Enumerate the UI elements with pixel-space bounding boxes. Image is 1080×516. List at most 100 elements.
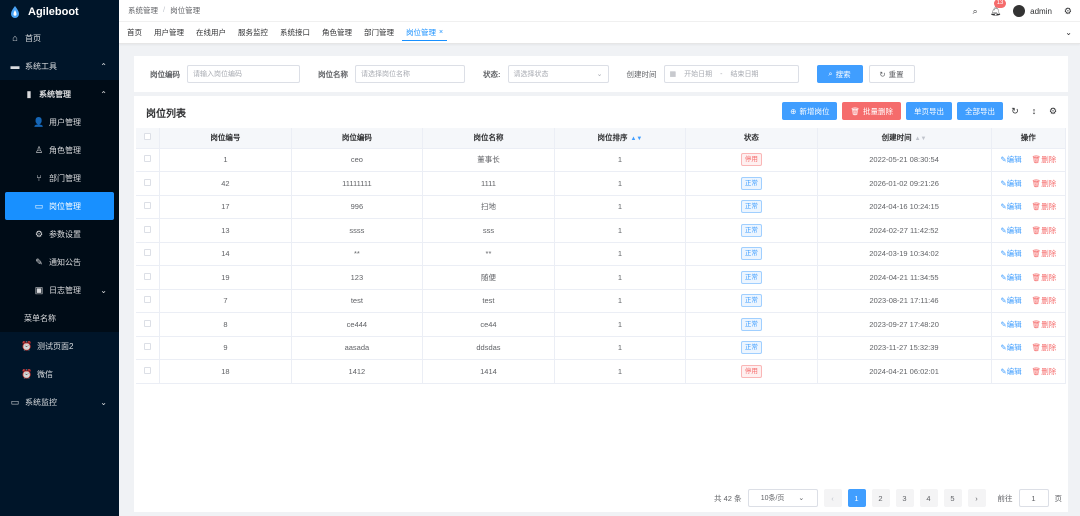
row-select-cell[interactable] (136, 242, 161, 266)
row-checkbox[interactable] (144, 272, 152, 280)
logo[interactable]: Agileboot (0, 0, 119, 24)
row-checkbox[interactable] (144, 202, 152, 210)
edit-button[interactable]: ✎编辑 (1000, 225, 1021, 236)
edit-button[interactable]: ✎编辑 (1000, 342, 1021, 353)
row-select-cell[interactable] (136, 289, 161, 313)
date-range-picker[interactable]: ▦ 开始日期 - 结束日期 (663, 65, 799, 83)
delete-button[interactable]: 🗑︎删除 (1032, 342, 1057, 353)
prev-page-button[interactable]: ‹ (823, 489, 842, 507)
edit-button[interactable]: ✎编辑 (1000, 248, 1021, 259)
chevron-down-icon[interactable]: ⌄ (1065, 28, 1072, 37)
sidebar-item-notice[interactable]: ✎ 通知公告 (0, 248, 119, 276)
refresh-icon[interactable]: ↻ (1008, 102, 1022, 120)
sidebar-item-system-management[interactable]: ▮ 系统管理 ⌃ (0, 80, 119, 108)
select-all-checkbox[interactable] (144, 133, 152, 141)
user-menu[interactable]: admin (1013, 5, 1052, 17)
edit-button[interactable]: ✎编辑 (1000, 154, 1021, 165)
row-checkbox[interactable] (144, 343, 152, 351)
page-2-button[interactable]: 2 (871, 489, 890, 507)
tag-user-management[interactable]: 用户管理 (150, 25, 188, 41)
delete-button[interactable]: 🗑︎删除 (1032, 225, 1057, 236)
post-name-input[interactable]: 请选择岗位名称 (355, 65, 465, 83)
status-select[interactable]: 请选择状态 ⌄ (507, 65, 609, 83)
edit-button[interactable]: ✎编辑 (1000, 272, 1021, 283)
sidebar-item-wechat[interactable]: ⏰ 微信 (0, 360, 119, 388)
row-select-cell[interactable] (136, 148, 161, 172)
settings-gear-icon[interactable]: ⚙ (1064, 6, 1072, 17)
settings-icon[interactable]: ⚙ (1046, 102, 1060, 120)
sidebar-item-user-management[interactable]: 👤 用户管理 (0, 108, 119, 136)
row-select-cell[interactable] (136, 312, 161, 337)
sidebar-item-log-management[interactable]: ▣ 日志管理 ⌄ (0, 276, 119, 304)
delete-button[interactable]: 🗑︎删除 (1032, 154, 1057, 165)
add-post-button[interactable]: ⊕ 新增岗位 (782, 102, 838, 120)
edit-button[interactable]: ✎编辑 (1000, 201, 1021, 212)
tag-online-users[interactable]: 在线用户 (192, 25, 230, 41)
header-post-sort[interactable]: 岗位排序 ▲▼ (554, 128, 687, 149)
page-3-button[interactable]: 3 (895, 489, 914, 507)
row-select-cell[interactable] (136, 195, 161, 219)
row-select-cell[interactable] (136, 218, 161, 243)
batch-delete-button[interactable]: 🗑︎ 批量删除 (842, 102, 901, 120)
tag-role-management[interactable]: 角色管理 (318, 25, 356, 41)
tag-dept-management[interactable]: 部门管理 (360, 25, 398, 41)
post-code-input[interactable]: 请输入岗位编码 (187, 65, 300, 83)
sidebar-item-params[interactable]: ⚙ 参数设置 (0, 220, 119, 248)
header-created[interactable]: 创建时间 ▲▼ (817, 128, 992, 149)
page-size-select[interactable]: 10条/页 ⌄ (747, 489, 818, 507)
sidebar-item-home[interactable]: ⌂ 首页 (0, 24, 119, 52)
row-checkbox[interactable] (144, 366, 152, 374)
close-icon[interactable]: × (439, 29, 443, 36)
row-checkbox[interactable] (144, 296, 152, 304)
export-all-button[interactable]: 全部导出 (957, 102, 1003, 120)
select-all-cell[interactable] (136, 128, 161, 149)
edit-button[interactable]: ✎编辑 (1000, 178, 1021, 189)
delete-button[interactable]: 🗑︎删除 (1032, 178, 1057, 189)
delete-button[interactable]: 🗑︎删除 (1032, 201, 1057, 212)
row-checkbox[interactable] (144, 319, 152, 327)
tag-service-monitor[interactable]: 服务监控 (234, 25, 272, 41)
sidebar-item-post-management[interactable]: ▭ 岗位管理 (5, 192, 114, 220)
tag-post-management[interactable]: 岗位管理 × (402, 25, 448, 41)
next-page-button[interactable]: › (967, 489, 986, 507)
page-5-button[interactable]: 5 (943, 489, 962, 507)
cell-post-id: 18 (159, 359, 292, 384)
page-1-button[interactable]: 1 (847, 489, 866, 507)
row-checkbox[interactable] (144, 249, 152, 257)
sidebar-item-system-monitor[interactable]: ▭ 系统监控 ⌄ (0, 388, 119, 416)
delete-button[interactable]: 🗑︎删除 (1032, 272, 1057, 283)
edit-button[interactable]: ✎编辑 (1000, 319, 1021, 330)
sidebar-item-role-management[interactable]: ♙ 角色管理 (0, 136, 119, 164)
row-checkbox[interactable] (144, 155, 152, 163)
row-select-cell[interactable] (136, 265, 161, 290)
sidebar-item-menu-name[interactable]: 菜单名称 (0, 304, 119, 332)
row-select-cell[interactable] (136, 336, 161, 360)
edit-label: 编辑 (1006, 272, 1022, 282)
tag-home[interactable]: 首页 (123, 25, 146, 41)
row-select-cell[interactable] (136, 171, 161, 196)
delete-button[interactable]: 🗑︎删除 (1032, 366, 1057, 377)
search-button[interactable]: ⌕ 搜索 (816, 65, 863, 83)
export-page-button[interactable]: 单页导出 (906, 102, 952, 120)
sort-icon[interactable]: ▲▼ (630, 136, 642, 142)
tag-system-api[interactable]: 系统接口 (276, 25, 314, 41)
sidebar-item-system-tools[interactable]: ▬ 系统工具 ⌃ (0, 52, 119, 80)
reset-button[interactable]: ↻ 重置 (868, 65, 915, 83)
delete-button[interactable]: 🗑︎删除 (1032, 248, 1057, 259)
goto-page-input[interactable]: 1 (1018, 489, 1049, 507)
sidebar-item-dept-management[interactable]: ⑂ 部门管理 (0, 164, 119, 192)
sidebar-item-test-page-2[interactable]: ⏰ 测试页面2 (0, 332, 119, 360)
edit-button[interactable]: ✎编辑 (1000, 295, 1021, 306)
sort-icon[interactable]: ▲▼ (915, 136, 927, 142)
delete-button[interactable]: 🗑︎删除 (1032, 295, 1057, 306)
delete-button[interactable]: 🗑︎删除 (1032, 319, 1057, 330)
row-select-cell[interactable] (136, 359, 161, 384)
breadcrumb-item[interactable]: 系统管理 (128, 5, 158, 16)
row-checkbox[interactable] (144, 225, 152, 233)
search-icon[interactable]: ⌕ (973, 6, 978, 17)
edit-button[interactable]: ✎编辑 (1000, 366, 1021, 377)
page-4-button[interactable]: 4 (919, 489, 938, 507)
notification-button[interactable]: 🔔︎ 13 (990, 0, 1007, 17)
column-height-icon[interactable]: ↕ (1027, 102, 1041, 120)
row-checkbox[interactable] (144, 178, 152, 186)
